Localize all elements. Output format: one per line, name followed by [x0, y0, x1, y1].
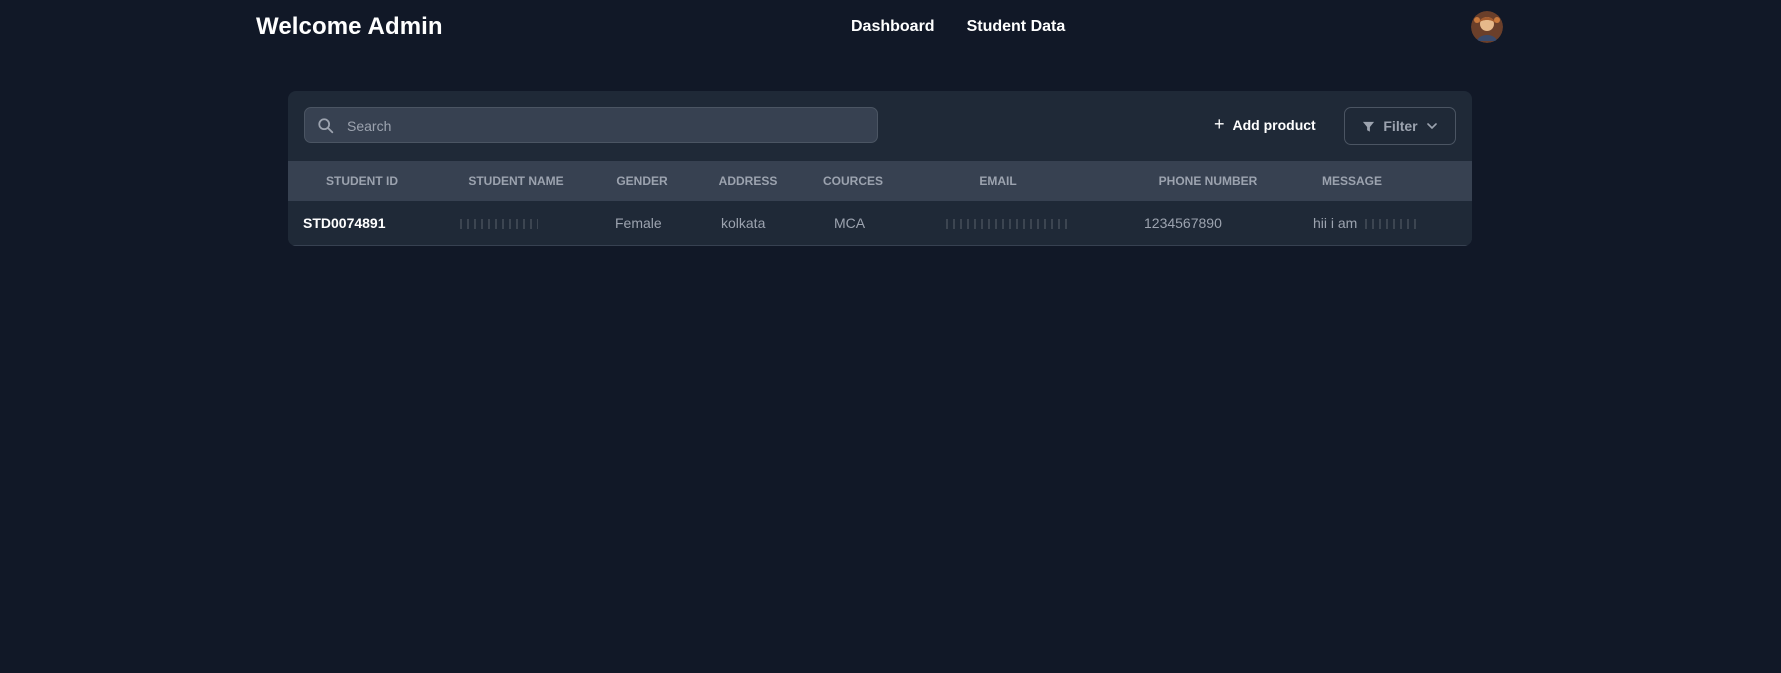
- search-icon: [318, 118, 334, 134]
- cell-message: hii i am: [1313, 201, 1418, 245]
- cell-course: MCA: [834, 215, 866, 231]
- cell-student-name-redacted: [460, 201, 538, 245]
- column-header-gender[interactable]: GENDER: [602, 161, 682, 201]
- cell-email-redacted: [946, 201, 1068, 245]
- filter-button[interactable]: Filter: [1344, 107, 1456, 145]
- column-header-address[interactable]: ADDRESS: [708, 161, 788, 201]
- column-header-cources[interactable]: COURCES: [808, 161, 898, 201]
- table-header: STUDENT ID STUDENT NAME GENDER ADDRESS C…: [288, 161, 1472, 201]
- chevron-down-icon: [1426, 123, 1437, 129]
- table-row[interactable]: STD0074891 Female kolkata MCA 1234567890…: [288, 201, 1472, 246]
- filter-icon: [1363, 121, 1375, 132]
- cell-message-text: hii i am: [1313, 215, 1358, 231]
- avatar-image: [1471, 11, 1503, 43]
- search-input[interactable]: [345, 108, 869, 144]
- nav-dashboard[interactable]: Dashboard: [851, 18, 935, 36]
- plus-icon: +: [1214, 114, 1225, 134]
- cell-gender: Female: [615, 215, 662, 231]
- column-header-student-id[interactable]: STUDENT ID: [298, 161, 426, 201]
- table-toolbar: + Add product Filter: [288, 91, 1472, 161]
- top-header: Welcome Admin Dashboard Student Data: [0, 0, 1781, 60]
- column-header-email[interactable]: EMAIL: [958, 161, 1038, 201]
- cell-student-id: STD0074891: [303, 215, 386, 231]
- student-table-panel: + Add product Filter STUDENT ID STUDENT …: [288, 91, 1472, 246]
- nav-student-data[interactable]: Student Data: [967, 18, 1066, 36]
- filter-label: Filter: [1383, 118, 1418, 134]
- column-header-phone-number[interactable]: PHONE NUMBER: [1148, 161, 1268, 201]
- column-header-student-name[interactable]: STUDENT NAME: [456, 161, 576, 201]
- search-box: [304, 107, 878, 144]
- add-product-label: Add product: [1232, 117, 1316, 133]
- main-nav: Dashboard Student Data: [851, 18, 1065, 36]
- cell-phone-number: 1234567890: [1144, 215, 1222, 231]
- add-product-button[interactable]: + Add product: [1208, 107, 1322, 143]
- cell-message-redacted: [1365, 219, 1418, 230]
- cell-address: kolkata: [721, 215, 766, 231]
- column-header-message[interactable]: MESSAGE: [1302, 161, 1402, 201]
- avatar[interactable]: [1471, 11, 1503, 43]
- welcome-title: Welcome Admin: [256, 13, 443, 40]
